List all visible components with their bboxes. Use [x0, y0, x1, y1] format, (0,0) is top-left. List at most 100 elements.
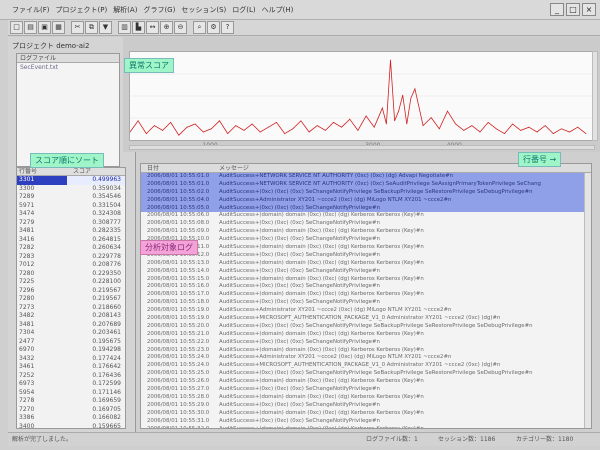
log-row[interactable]: 2006/08/01 10:55:24.0 AuditSuccess+MICROS… [141, 362, 591, 370]
menu-item-0[interactable]: ファイル(F) [12, 5, 50, 15]
bar-chart-icon[interactable]: ▙ [132, 21, 145, 34]
logfile-list[interactable]: ログファイル SecEvent.txt [16, 53, 120, 167]
copy-icon[interactable]: ⧉ [85, 21, 98, 34]
log-row[interactable]: 2006/08/01 10:55:19.0 AuditSuccess+Admini… [141, 307, 591, 315]
score-row[interactable]: 7278 0.169659 [17, 397, 125, 406]
log-row[interactable]: 2006/08/01 10:55:11.0AuditSuccess+(domai… [141, 244, 591, 252]
log-vertical-scrollbar[interactable] [584, 173, 591, 428]
print-icon[interactable]: ▦ [52, 21, 65, 34]
score-row[interactable]: 7270 0.169705 [17, 406, 125, 415]
help-icon[interactable]: ? [221, 21, 234, 34]
new-icon[interactable]: □ [10, 21, 23, 34]
log-row[interactable]: 2006/08/01 10:55:19.0 AuditSuccess+MICROS… [141, 315, 591, 323]
minimize-button[interactable]: _ [550, 3, 564, 16]
log-row[interactable]: 2006/08/01 10:55:32.0 AuditSuccess+(domai… [141, 426, 591, 429]
log-row[interactable]: 2006/08/01 10:55:30.0 AuditSuccess+(domai… [141, 410, 591, 418]
logfile-item[interactable]: SecEvent.txt [17, 63, 119, 72]
log-row[interactable]: 2006/08/01 10:55:02.0 AuditSuccess+(0xc) … [141, 188, 591, 197]
chart-vertical-scrollbar[interactable] [592, 51, 598, 141]
score-row[interactable]: 7289 0.354546 [17, 193, 125, 202]
log-row[interactable]: 2006/08/01 10:55:06.0 AuditSuccess+(domai… [141, 212, 591, 220]
log-row[interactable]: 2006/08/01 10:55:01.0 AuditSuccess+NETWOR… [141, 173, 591, 181]
score-row[interactable]: 7225 0.228100 [17, 278, 125, 287]
menu-item-6[interactable]: ヘルプ(H) [262, 5, 294, 15]
score-row[interactable]: 7252 0.176436 [17, 372, 125, 381]
score-row[interactable]: 7279 0.308777 [17, 219, 125, 228]
log-row[interactable]: 2006/08/01 10:55:14.0 AuditSuccess+(0xc) … [141, 268, 591, 276]
log-row[interactable]: 2006/08/01 10:55:15.0 AuditSuccess+(domai… [141, 276, 591, 284]
log-row[interactable]: 2006/08/01 10:55:23.0 AuditSuccess+(domai… [141, 347, 591, 355]
score-row[interactable]: 7296 0.219567 [17, 287, 125, 296]
score-row[interactable]: 3300 0.359034 [17, 185, 125, 194]
log-row[interactable]: 2006/08/01 10:55:18.0 AuditSuccess+(0xc) … [141, 299, 591, 307]
score-row[interactable]: 7283 0.229778 [17, 253, 125, 262]
open-icon[interactable]: ▤ [24, 21, 37, 34]
log-row[interactable]: 2006/08/01 10:55:09.0 AuditSuccess+(domai… [141, 228, 591, 236]
menu-item-5[interactable]: ログ(L) [232, 5, 255, 15]
score-row[interactable]: 3481 0.207689 [17, 321, 125, 330]
log-col-date[interactable]: 日付 [141, 164, 219, 172]
log-row[interactable]: 2006/08/01 10:55:31.0 AuditSuccess+(0xc) … [141, 418, 591, 426]
log-col-message[interactable]: メッセージ [219, 164, 249, 172]
swap-icon[interactable]: ↔ [146, 21, 159, 34]
log-row[interactable]: 2006/08/01 10:55:21.0 AuditSuccess+(domai… [141, 331, 591, 339]
score-row[interactable]: 6973 0.172599 [17, 380, 125, 389]
anomaly-chart[interactable] [129, 51, 595, 141]
score-table[interactable]: 行番号 スコア 3301 0.499963 3300 0.359034 7289 0.35… [16, 167, 126, 429]
log-row[interactable]: 2006/08/01 10:55:04.0 AuditSuccess+Admini… [141, 196, 591, 205]
score-row[interactable]: 3386 0.166082 [17, 414, 125, 423]
score-row[interactable]: 7282 0.260634 [17, 244, 125, 253]
score-col-score[interactable]: スコア [71, 168, 125, 175]
log-table[interactable]: 日付 メッセージ 2006/08/01 10:55:01.0 AuditSucce… [140, 163, 592, 429]
log-row[interactable]: 2006/08/01 10:55:24.0 AuditSuccess+Admini… [141, 354, 591, 362]
score-col-line[interactable]: 行番号 [17, 168, 71, 175]
score-row[interactable]: 3482 0.208143 [17, 312, 125, 321]
chart-icon[interactable]: ▥ [118, 21, 131, 34]
log-row[interactable]: 2006/08/01 10:55:16.0 AuditSuccess+(0xc) … [141, 283, 591, 291]
score-row[interactable]: 7304 0.203461 [17, 329, 125, 338]
score-row[interactable]: 7273 0.218660 [17, 304, 125, 313]
score-row[interactable]: 3461 0.176642 [17, 363, 125, 372]
score-row[interactable]: 6970 0.194298 [17, 346, 125, 355]
score-row[interactable]: 3301 0.499963 [17, 176, 125, 185]
menu-item-2[interactable]: 解析(A) [113, 5, 137, 15]
log-row[interactable]: 2006/08/01 10:55:17.0 AuditSuccess+(domai… [141, 291, 591, 299]
menu-item-3[interactable]: グラフ(G) [143, 5, 175, 15]
score-row[interactable]: 3481 0.282335 [17, 227, 125, 236]
maximize-button[interactable]: □ [566, 3, 580, 16]
filter-icon[interactable]: ▼ [99, 21, 112, 34]
cut-icon[interactable]: ✂ [71, 21, 84, 34]
zoom-in-icon[interactable]: ⊕ [160, 21, 173, 34]
menu-item-1[interactable]: プロジェクト(P) [56, 5, 108, 15]
score-row[interactable]: 2477 0.195675 [17, 338, 125, 347]
score-row[interactable]: 5971 0.331504 [17, 202, 125, 211]
log-row[interactable]: 2006/08/01 10:55:25.0 AuditSuccess+(0xc) … [141, 370, 591, 378]
save-icon[interactable]: ▣ [38, 21, 51, 34]
close-button[interactable]: × [582, 3, 596, 16]
log-row[interactable]: 2006/08/01 10:55:08.0 AuditSuccess+(0xc) … [141, 220, 591, 228]
score-row[interactable]: 3416 0.264815 [17, 236, 125, 245]
log-row[interactable]: 2006/08/01 10:55:05.0 AuditSuccess+(0xc) … [141, 204, 591, 213]
log-row[interactable]: 2006/08/01 10:55:10.0AuditSuccess+(0xc) … [141, 236, 591, 244]
search-icon[interactable]: ⌕ [193, 21, 206, 34]
menu-item-4[interactable]: セッション(S) [181, 5, 226, 15]
log-row[interactable]: 2006/08/01 10:55:12.0AuditSuccess+(0xc) … [141, 252, 591, 260]
score-row[interactable]: 7280 0.229350 [17, 270, 125, 279]
log-row[interactable]: 2006/08/01 10:55:22.0 AuditSuccess+(0xc) … [141, 339, 591, 347]
log-row[interactable]: 2006/08/01 10:55:28.0 AuditSuccess+(domai… [141, 394, 591, 402]
score-row[interactable]: 3400 0.159665 [17, 423, 125, 429]
zoom-out-icon[interactable]: ⊖ [174, 21, 187, 34]
log-row[interactable]: 2006/08/01 10:55:29.0 AuditSuccess+(0xc) … [141, 402, 591, 410]
log-row[interactable]: 2006/08/01 10:55:13.0 AuditSuccess+(domai… [141, 260, 591, 268]
chart-horizontal-scrollbar[interactable] [129, 145, 595, 150]
score-row[interactable]: 3432 0.177424 [17, 355, 125, 364]
log-row[interactable]: 2006/08/01 10:55:01.0 AuditSuccess+NETWOR… [141, 180, 591, 189]
settings-icon[interactable]: ⚙ [207, 21, 220, 34]
log-row[interactable]: 2006/08/01 10:55:26.0 AuditSuccess+(domai… [141, 378, 591, 386]
score-row[interactable]: 7280 0.219567 [17, 295, 125, 304]
score-row[interactable]: 7012 0.208776 [17, 261, 125, 270]
score-row[interactable]: 5954 0.171146 [17, 389, 125, 398]
log-row[interactable]: 2006/08/01 10:55:27.0 AuditSuccess+(0xc) … [141, 386, 591, 394]
log-row[interactable]: 2006/08/01 10:55:20.0 AuditSuccess+(0xc) … [141, 323, 591, 331]
score-row[interactable]: 3474 0.324308 [17, 210, 125, 219]
